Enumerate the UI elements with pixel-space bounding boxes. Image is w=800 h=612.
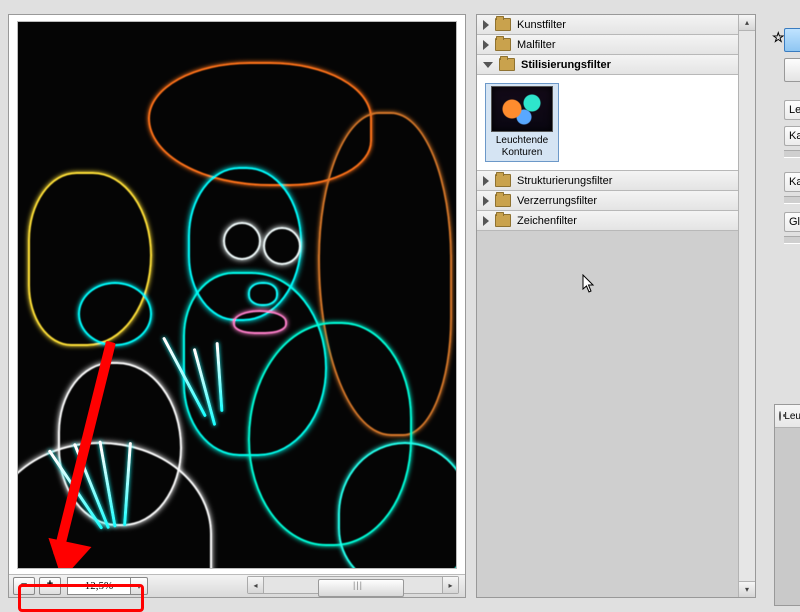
param-smoothness-slider[interactable] xyxy=(784,236,800,244)
effect-layer-row[interactable]: Leu xyxy=(775,405,800,428)
scroll-left-button[interactable]: ◂ xyxy=(248,577,264,593)
param-edge-brightness-label: Kan xyxy=(784,172,800,192)
folder-icon xyxy=(495,18,511,31)
scroll-thumb[interactable] xyxy=(318,579,404,597)
filter-preview-canvas[interactable] xyxy=(17,21,457,569)
zoom-out-button[interactable]: – xyxy=(13,577,35,595)
zoom-toolbar: – + ◂ ▸ xyxy=(9,574,465,597)
scroll-down-button[interactable]: ▾ xyxy=(739,581,755,597)
category-label: Verzerrungsfilter xyxy=(517,195,597,207)
effect-layer-name: Leu xyxy=(784,411,800,422)
effect-layers-list: Leu xyxy=(774,404,800,606)
chevron-right-icon xyxy=(483,20,489,30)
text-fragment: Glä xyxy=(789,214,800,230)
selected-filter-name[interactable]: Leuc xyxy=(784,100,800,120)
category-label: Zeichenfilter xyxy=(517,215,577,227)
chevron-down-icon xyxy=(483,62,493,68)
filter-thumb-image xyxy=(491,86,553,132)
category-label: Kunstfilter xyxy=(517,19,566,31)
preview-image-placeholder xyxy=(18,22,456,568)
chevron-right-icon xyxy=(483,176,489,186)
chevron-right-icon xyxy=(483,216,489,226)
chevron-right-icon xyxy=(483,40,489,50)
filter-thumb-label: Leuchtende Konturen xyxy=(496,135,548,158)
filter-category-panel: Kunstfilter Malfilter Stilisierungsfilte… xyxy=(476,14,756,598)
filter-thumbnail-grid: Leuchtende Konturen xyxy=(477,75,739,171)
chevron-right-icon xyxy=(483,196,489,206)
filter-settings-panel: ☆ Leuc Kan Kan Glä Leu xyxy=(766,14,800,596)
folder-icon xyxy=(495,194,511,207)
folder-icon xyxy=(495,38,511,51)
zoom-level-input[interactable] xyxy=(67,577,131,595)
scroll-up-button[interactable]: ▴ xyxy=(739,15,755,31)
cancel-button[interactable] xyxy=(784,58,800,82)
panel-menu-icon[interactable]: ☆ xyxy=(772,29,785,46)
filter-category-malfilter[interactable]: Malfilter xyxy=(477,35,739,55)
preview-horizontal-scrollbar[interactable]: ◂ ▸ xyxy=(247,576,459,594)
text-fragment: Kan xyxy=(789,128,800,144)
ok-button[interactable] xyxy=(784,28,800,52)
param-edge-brightness-slider[interactable] xyxy=(784,196,800,204)
param-smoothness-label: Glä xyxy=(784,212,800,232)
scroll-right-button[interactable]: ▸ xyxy=(442,577,458,593)
filter-vertical-scrollbar[interactable]: ▴ ▾ xyxy=(738,15,755,597)
param-edge-width-slider[interactable] xyxy=(784,150,800,158)
category-label: Stilisierungsfilter xyxy=(521,59,611,71)
visibility-eye-icon[interactable] xyxy=(779,411,781,421)
param-edge-width-label: Kan xyxy=(784,126,800,146)
folder-icon xyxy=(499,58,515,71)
folder-icon xyxy=(495,214,511,227)
filter-category-verzerrungsfilter[interactable]: Verzerrungsfilter xyxy=(477,191,739,211)
filter-category-strukturierungsfilter[interactable]: Strukturierungsfilter xyxy=(477,171,739,191)
folder-icon xyxy=(495,174,511,187)
zoom-level-dropdown[interactable] xyxy=(130,577,148,595)
zoom-in-button[interactable]: + xyxy=(39,577,61,595)
category-label: Malfilter xyxy=(517,39,556,51)
category-label: Strukturierungsfilter xyxy=(517,175,612,187)
filter-category-kunstfilter[interactable]: Kunstfilter xyxy=(477,15,739,35)
filter-category-stilisierungsfilter[interactable]: Stilisierungsfilter xyxy=(477,55,739,75)
filter-thumb-leuchtende-konturen[interactable]: Leuchtende Konturen xyxy=(485,83,559,162)
filter-category-zeichenfilter[interactable]: Zeichenfilter xyxy=(477,211,739,231)
preview-pane: – + ◂ ▸ xyxy=(8,14,466,598)
text-fragment: Kan xyxy=(789,174,800,190)
text-fragment: Leuc xyxy=(789,102,800,118)
